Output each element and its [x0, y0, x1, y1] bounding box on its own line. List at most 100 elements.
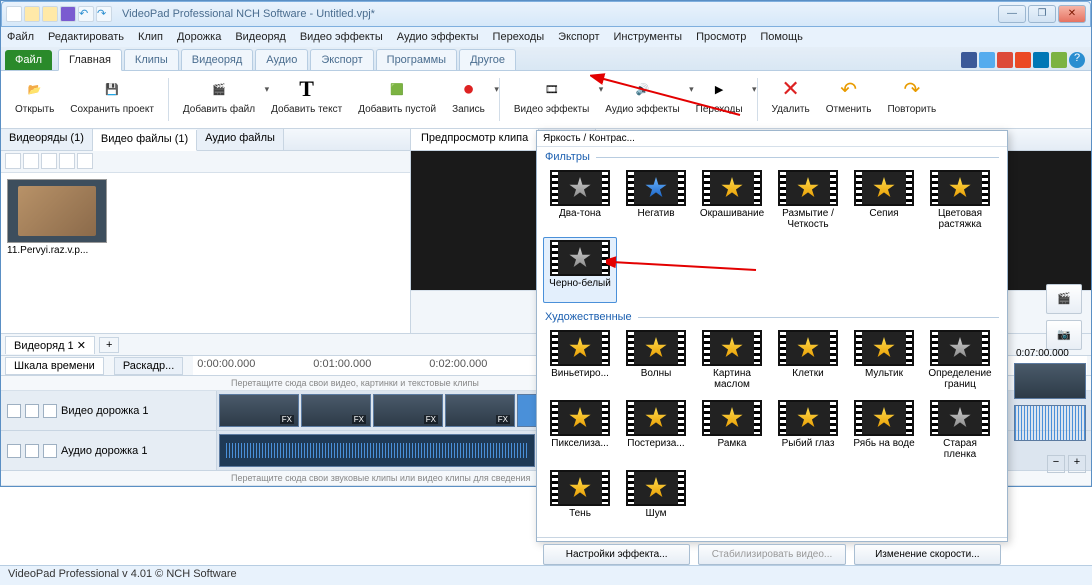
menu-track[interactable]: Дорожка	[177, 31, 221, 43]
video-clip[interactable]	[301, 394, 371, 427]
menu-audiofx[interactable]: Аудио эффекты	[397, 31, 479, 43]
fx-item-мультик[interactable]: Мультик	[847, 327, 921, 393]
fx-item-старая-пленка[interactable]: Старая пленка	[923, 397, 997, 463]
menu-help[interactable]: Помощь	[760, 31, 803, 43]
tab-audio[interactable]: Аудио	[255, 49, 308, 70]
qat-open2-icon[interactable]	[42, 6, 58, 22]
video-effects-button[interactable]: 🎞Видео эффекты	[506, 74, 597, 125]
linkedin-icon[interactable]	[1033, 52, 1049, 68]
fx-item-окрашивание[interactable]: Окрашивание	[695, 167, 769, 233]
fx-item-два-тона[interactable]: Два-тона	[543, 167, 617, 233]
timeline-tab[interactable]: Шкала времени	[5, 357, 104, 375]
qat-new-icon[interactable]	[6, 6, 22, 22]
audio-effects-button[interactable]: 🔊Аудио эффекты	[597, 74, 687, 125]
redo-button[interactable]: ↷Повторить	[879, 74, 944, 125]
add-empty-button[interactable]: 🟩Добавить пустой	[350, 74, 444, 125]
fx-item-рыбий-глаз[interactable]: Рыбий глаз	[771, 397, 845, 463]
share-icon[interactable]	[1051, 52, 1067, 68]
timeline-zoom-out-button[interactable]: −	[1047, 455, 1065, 473]
fx-item-рябь-на-воде[interactable]: Рябь на воде	[847, 397, 921, 463]
menu-sequence[interactable]: Видеоряд	[235, 31, 286, 43]
video-clip-end[interactable]	[1014, 363, 1086, 399]
close-button[interactable]: ✕	[1058, 5, 1086, 23]
track-mute-icon[interactable]	[25, 444, 39, 458]
qat-undo-icon[interactable]: ↶	[78, 6, 94, 22]
fx-item-волны[interactable]: Волны	[619, 327, 693, 393]
tab-export[interactable]: Экспорт	[310, 49, 373, 70]
fx-settings-button[interactable]: Настройки эффекта...	[543, 544, 690, 565]
menu-view[interactable]: Просмотр	[696, 31, 746, 43]
gplus-icon[interactable]	[997, 52, 1013, 68]
storyboard-tab[interactable]: Раскадр...	[114, 357, 183, 375]
qat-save-icon[interactable]	[60, 6, 76, 22]
menu-videofx[interactable]: Видео эффекты	[300, 31, 383, 43]
fx-item-шум[interactable]: Шум	[619, 467, 693, 533]
add-text-button[interactable]: TДобавить текст	[263, 74, 350, 125]
fx-item-постериза-[interactable]: Постериза...	[619, 397, 693, 463]
transitions-button[interactable]: ▶Переходы	[688, 74, 751, 125]
timeline-zoom-in-button[interactable]: +	[1068, 455, 1086, 473]
tab-clips[interactable]: Клипы	[124, 49, 179, 70]
view-filter-icon[interactable]	[77, 153, 93, 169]
fx-item-размытие-четкость[interactable]: Размытие / Четкость	[771, 167, 845, 233]
pane-tab-sequences[interactable]: Видеоряды (1)	[1, 129, 93, 150]
add-sequence-button[interactable]: +	[99, 337, 119, 353]
save-project-button[interactable]: 💾Сохранить проект	[62, 74, 162, 125]
view-sort-icon[interactable]	[59, 153, 75, 169]
record-button[interactable]: ●Запись	[444, 74, 493, 125]
track-eye-icon[interactable]	[25, 404, 39, 418]
fx-item-картина-маслом[interactable]: Картина маслом	[695, 327, 769, 393]
add-file-button[interactable]: 🎬Добавить файл	[175, 74, 263, 125]
ribbon-file-button[interactable]: Файл	[5, 50, 52, 70]
undo-button[interactable]: ↶Отменить	[818, 74, 880, 125]
track-fx-icon[interactable]	[43, 404, 57, 418]
tab-sequence[interactable]: Видеоряд	[181, 49, 254, 70]
tab-main[interactable]: Главная	[58, 49, 122, 71]
fx-item-тень[interactable]: Тень	[543, 467, 617, 533]
track-lock-icon[interactable]	[7, 444, 21, 458]
track-lock-icon[interactable]	[7, 404, 21, 418]
audio-clip[interactable]	[219, 434, 535, 467]
qat-open-icon[interactable]	[24, 6, 40, 22]
marker-tool-icon[interactable]: 🎬	[1046, 284, 1082, 314]
media-bin[interactable]: 11.Pervyi.raz.v.p...	[1, 173, 410, 333]
menu-file[interactable]: Файл	[7, 31, 34, 43]
fx-item-рамка[interactable]: Рамка	[695, 397, 769, 463]
tab-programs[interactable]: Программы	[376, 49, 457, 70]
track-solo-icon[interactable]	[43, 444, 57, 458]
maximize-button[interactable]: ❐	[1028, 5, 1056, 23]
delete-button[interactable]: ✕Удалить	[764, 74, 818, 125]
tab-other[interactable]: Другое	[459, 49, 516, 70]
video-clip[interactable]	[517, 394, 537, 427]
fx-item-определение-границ[interactable]: Определение границ	[923, 327, 997, 393]
fx-stabilize-button[interactable]: Стабилизировать видео...	[698, 544, 845, 565]
menu-export[interactable]: Экспорт	[558, 31, 599, 43]
view-grid-icon[interactable]	[5, 153, 21, 169]
stumble-icon[interactable]	[1015, 52, 1031, 68]
open-button[interactable]: 📂Открыть	[7, 74, 62, 125]
qat-redo-icon[interactable]: ↷	[96, 6, 112, 22]
pane-tab-audiofiles[interactable]: Аудио файлы	[197, 129, 284, 150]
menu-tools[interactable]: Инструменты	[614, 31, 683, 43]
menu-transitions[interactable]: Переходы	[493, 31, 545, 43]
video-clip[interactable]	[373, 394, 443, 427]
video-clip[interactable]	[445, 394, 515, 427]
media-thumbnail[interactable]: 11.Pervyi.raz.v.p...	[7, 179, 107, 327]
help-icon[interactable]: ?	[1069, 52, 1085, 68]
fx-item-сепия[interactable]: Сепия	[847, 167, 921, 233]
menu-edit[interactable]: Редактировать	[48, 31, 124, 43]
fx-item-виньетиро-[interactable]: Виньетиро...	[543, 327, 617, 393]
fx-item-цветовая-растяжка[interactable]: Цветовая растяжка	[923, 167, 997, 233]
fx-item-черно-белый[interactable]: Черно-белый	[543, 237, 617, 303]
fx-item-клетки[interactable]: Клетки	[771, 327, 845, 393]
fx-item-негатив[interactable]: Негатив	[619, 167, 693, 233]
view-detail-icon[interactable]	[41, 153, 57, 169]
fx-speed-button[interactable]: Изменение скорости...	[854, 544, 1001, 565]
fx-item-пикселиза-[interactable]: Пикселиза...	[543, 397, 617, 463]
video-clip[interactable]	[219, 394, 299, 427]
facebook-icon[interactable]	[961, 52, 977, 68]
menu-clip[interactable]: Клип	[138, 31, 163, 43]
view-list-icon[interactable]	[23, 153, 39, 169]
pane-tab-videofiles[interactable]: Видео файлы (1)	[93, 130, 197, 151]
minimize-button[interactable]: —	[998, 5, 1026, 23]
